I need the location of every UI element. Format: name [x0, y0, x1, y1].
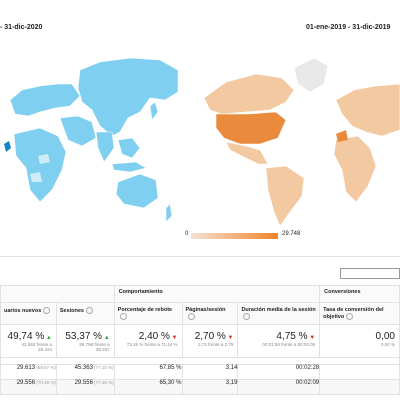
table-cell: 29.556 (70,48 %): [0, 379, 57, 395]
help-icon[interactable]: [119, 313, 127, 320]
total-change-value: 0,00: [375, 331, 395, 342]
world-map-current[interactable]: [0, 40, 180, 230]
column-header[interactable]: uarios nuevos: [0, 302, 57, 325]
table-cell: 3,19: [181, 379, 239, 395]
table-row[interactable]: 29.556 (70,48 %) 29.556 (77,15 %) 65,30 % 3…: [0, 379, 400, 395]
total-cell: 49,74 % ▲ 42.563 frente a 28.424: [0, 324, 57, 358]
cell-percentage: (70,48 %): [35, 380, 56, 385]
trend-down-icon: ▼: [169, 335, 178, 341]
table-cell: 67,85 %: [113, 364, 183, 380]
date-range-previous: 01-ene-2019 - 31-dic-2019: [306, 24, 391, 31]
table-spacer: [0, 357, 400, 365]
trend-up-icon: ▲: [44, 335, 52, 341]
legend-gradient-bar: [191, 233, 278, 239]
total-cell: 4,75 % ▼ 00:01:59 frente a 00:02:05: [237, 324, 321, 358]
cell-percentage: (69,57 %): [35, 365, 56, 370]
help-icon[interactable]: [187, 313, 195, 320]
column-header-label: Duración media de la sesión: [241, 307, 316, 313]
world-map-previous[interactable]: [186, 40, 400, 230]
column-header-label: Porcentaje de rebote: [117, 307, 173, 313]
table-cell: [319, 379, 400, 395]
total-comparison-text: 73,15 % frente a 71,44 %: [126, 342, 178, 347]
column-header[interactable]: Sesiones: [55, 302, 115, 325]
table-cell: 00:02:28: [237, 364, 321, 380]
total-change-value: 4,75 %: [276, 331, 308, 342]
table-cell: 3,14: [181, 364, 239, 380]
cell-percentage: (77,15 %): [92, 365, 114, 370]
column-header-label: Sesiones: [59, 307, 84, 314]
total-comparison-text: 0,00 %: [380, 342, 395, 347]
group-header-conversions: Conversiones: [319, 285, 400, 303]
total-change-value: 53,37 %: [65, 331, 103, 342]
group-header-behavior: Comportamiento: [113, 285, 321, 303]
total-change-value: 49,74 %: [7, 331, 45, 342]
total-change-value: 2,40 %: [138, 331, 170, 342]
help-icon[interactable]: [243, 313, 251, 320]
column-header-label: Tasa de conversión del objetivo: [323, 307, 384, 320]
total-comparison-text: 38.337: [95, 347, 110, 352]
help-icon[interactable]: [43, 307, 51, 314]
trend-up-icon: ▲: [102, 335, 110, 341]
trend-down-icon: ▼: [307, 335, 316, 341]
trend-down-icon: ▼: [225, 335, 234, 341]
table-cell: [319, 364, 400, 380]
total-change-value: 2,70 %: [194, 331, 226, 342]
total-comparison-text: 28.424: [38, 347, 52, 352]
table-cell: 29.556 (77,15 %): [55, 379, 115, 395]
table-cell: 00:02:09: [237, 379, 321, 395]
column-header[interactable]: Tasa de conversión del objetivo: [319, 302, 400, 325]
total-comparison-text: 2,72 frente a 2,79: [198, 342, 234, 347]
table-cell: 45.363 (77,15 %): [55, 364, 115, 380]
column-header-label: uarios nuevos: [4, 307, 42, 314]
total-cell: 0,00 0,00 %: [319, 324, 400, 358]
table-cell: 65,30 %: [113, 379, 183, 395]
total-cell: 2,70 % ▼ 2,72 frente a 2,79: [181, 324, 239, 358]
legend-min-label: 0: [185, 231, 189, 237]
help-icon[interactable]: [86, 307, 93, 314]
column-header[interactable]: Porcentaje de rebote: [113, 302, 183, 325]
map-color-legend: 0 29.748: [185, 231, 301, 243]
table-row[interactable]: 29.613 (69,57 %) 45.363 (77,15 %) 67,85 % 3…: [0, 364, 400, 380]
total-cell: 2,40 % ▼ 73,15 % frente a 71,44 %: [113, 324, 183, 358]
total-cell: 53,37 % ▲ 58.798 frente a 38.337: [55, 324, 115, 358]
cell-percentage: (77,15 %): [92, 380, 114, 385]
section-divider: [0, 256, 400, 257]
group-header-acquisition: [0, 285, 115, 303]
help-icon[interactable]: [346, 313, 354, 320]
column-header[interactable]: Duración media de la sesión: [237, 302, 321, 325]
column-header[interactable]: Páginas/sesión: [181, 302, 239, 325]
table-cell: 29.613 (69,57 %): [0, 364, 57, 380]
total-comparison-text: 00:01:59 frente a 00:02:05: [262, 342, 316, 347]
table-search-input[interactable]: [340, 268, 400, 279]
date-range-current: - 31-dic-2020: [0, 24, 43, 31]
legend-max-label: 29.748: [282, 231, 301, 237]
report-table: Comportamiento Conversiones uarios nuevo…: [0, 285, 400, 395]
